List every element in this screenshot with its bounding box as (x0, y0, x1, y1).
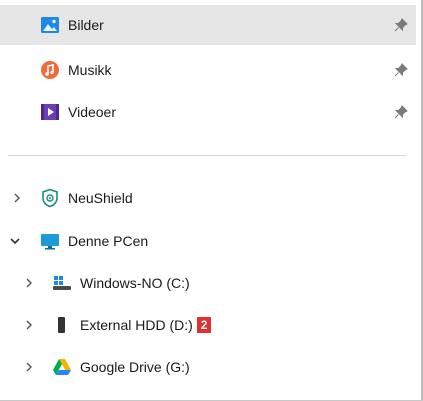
monitor-icon (40, 231, 60, 251)
chevron-right-icon[interactable] (22, 318, 36, 332)
tree-item-label: Google Drive (G:) (80, 359, 190, 375)
section-divider (8, 155, 406, 156)
quick-access-item-bilder[interactable]: Bilder (0, 5, 416, 45)
annotation-badge: 2 (196, 317, 212, 333)
pin-icon[interactable] (394, 105, 408, 119)
tree-item-label: External HDD (D:) 2 (80, 316, 212, 334)
navigation-pane: Bilder Musikk Videoer NeuShield Denne PC… (0, 0, 423, 401)
chevron-down-icon[interactable] (8, 234, 22, 248)
music-icon (40, 60, 60, 80)
tree-item-drive-c[interactable]: Windows-NO (C:) (0, 263, 416, 303)
tree-item-neushield[interactable]: NeuShield (0, 178, 416, 218)
external-drive-icon (52, 315, 72, 335)
quick-access-label: Bilder (68, 17, 104, 33)
pictures-icon (40, 15, 60, 35)
tree-item-label: Windows-NO (C:) (80, 275, 190, 291)
shield-icon (40, 188, 60, 208)
videos-icon (40, 102, 60, 122)
tree-item-drive-g[interactable]: Google Drive (G:) (0, 347, 416, 387)
quick-access-label: Musikk (68, 62, 112, 78)
tree-item-this-pc[interactable]: Denne PCen (0, 221, 416, 261)
pin-icon[interactable] (394, 18, 408, 32)
chevron-right-icon[interactable] (22, 360, 36, 374)
quick-access-label: Videoer (68, 104, 117, 120)
tree-item-label: NeuShield (68, 190, 133, 206)
quick-access-item-videoer[interactable]: Videoer (0, 92, 416, 132)
chevron-right-icon[interactable] (22, 276, 36, 290)
pin-icon[interactable] (394, 63, 408, 77)
tree-item-drive-d[interactable]: External HDD (D:) 2 (0, 305, 416, 345)
google-drive-icon (52, 357, 72, 377)
windows-drive-icon (52, 273, 72, 293)
quick-access-item-musikk[interactable]: Musikk (0, 50, 416, 90)
chevron-right-icon[interactable] (10, 191, 24, 205)
tree-item-label: Denne PCen (68, 233, 149, 249)
